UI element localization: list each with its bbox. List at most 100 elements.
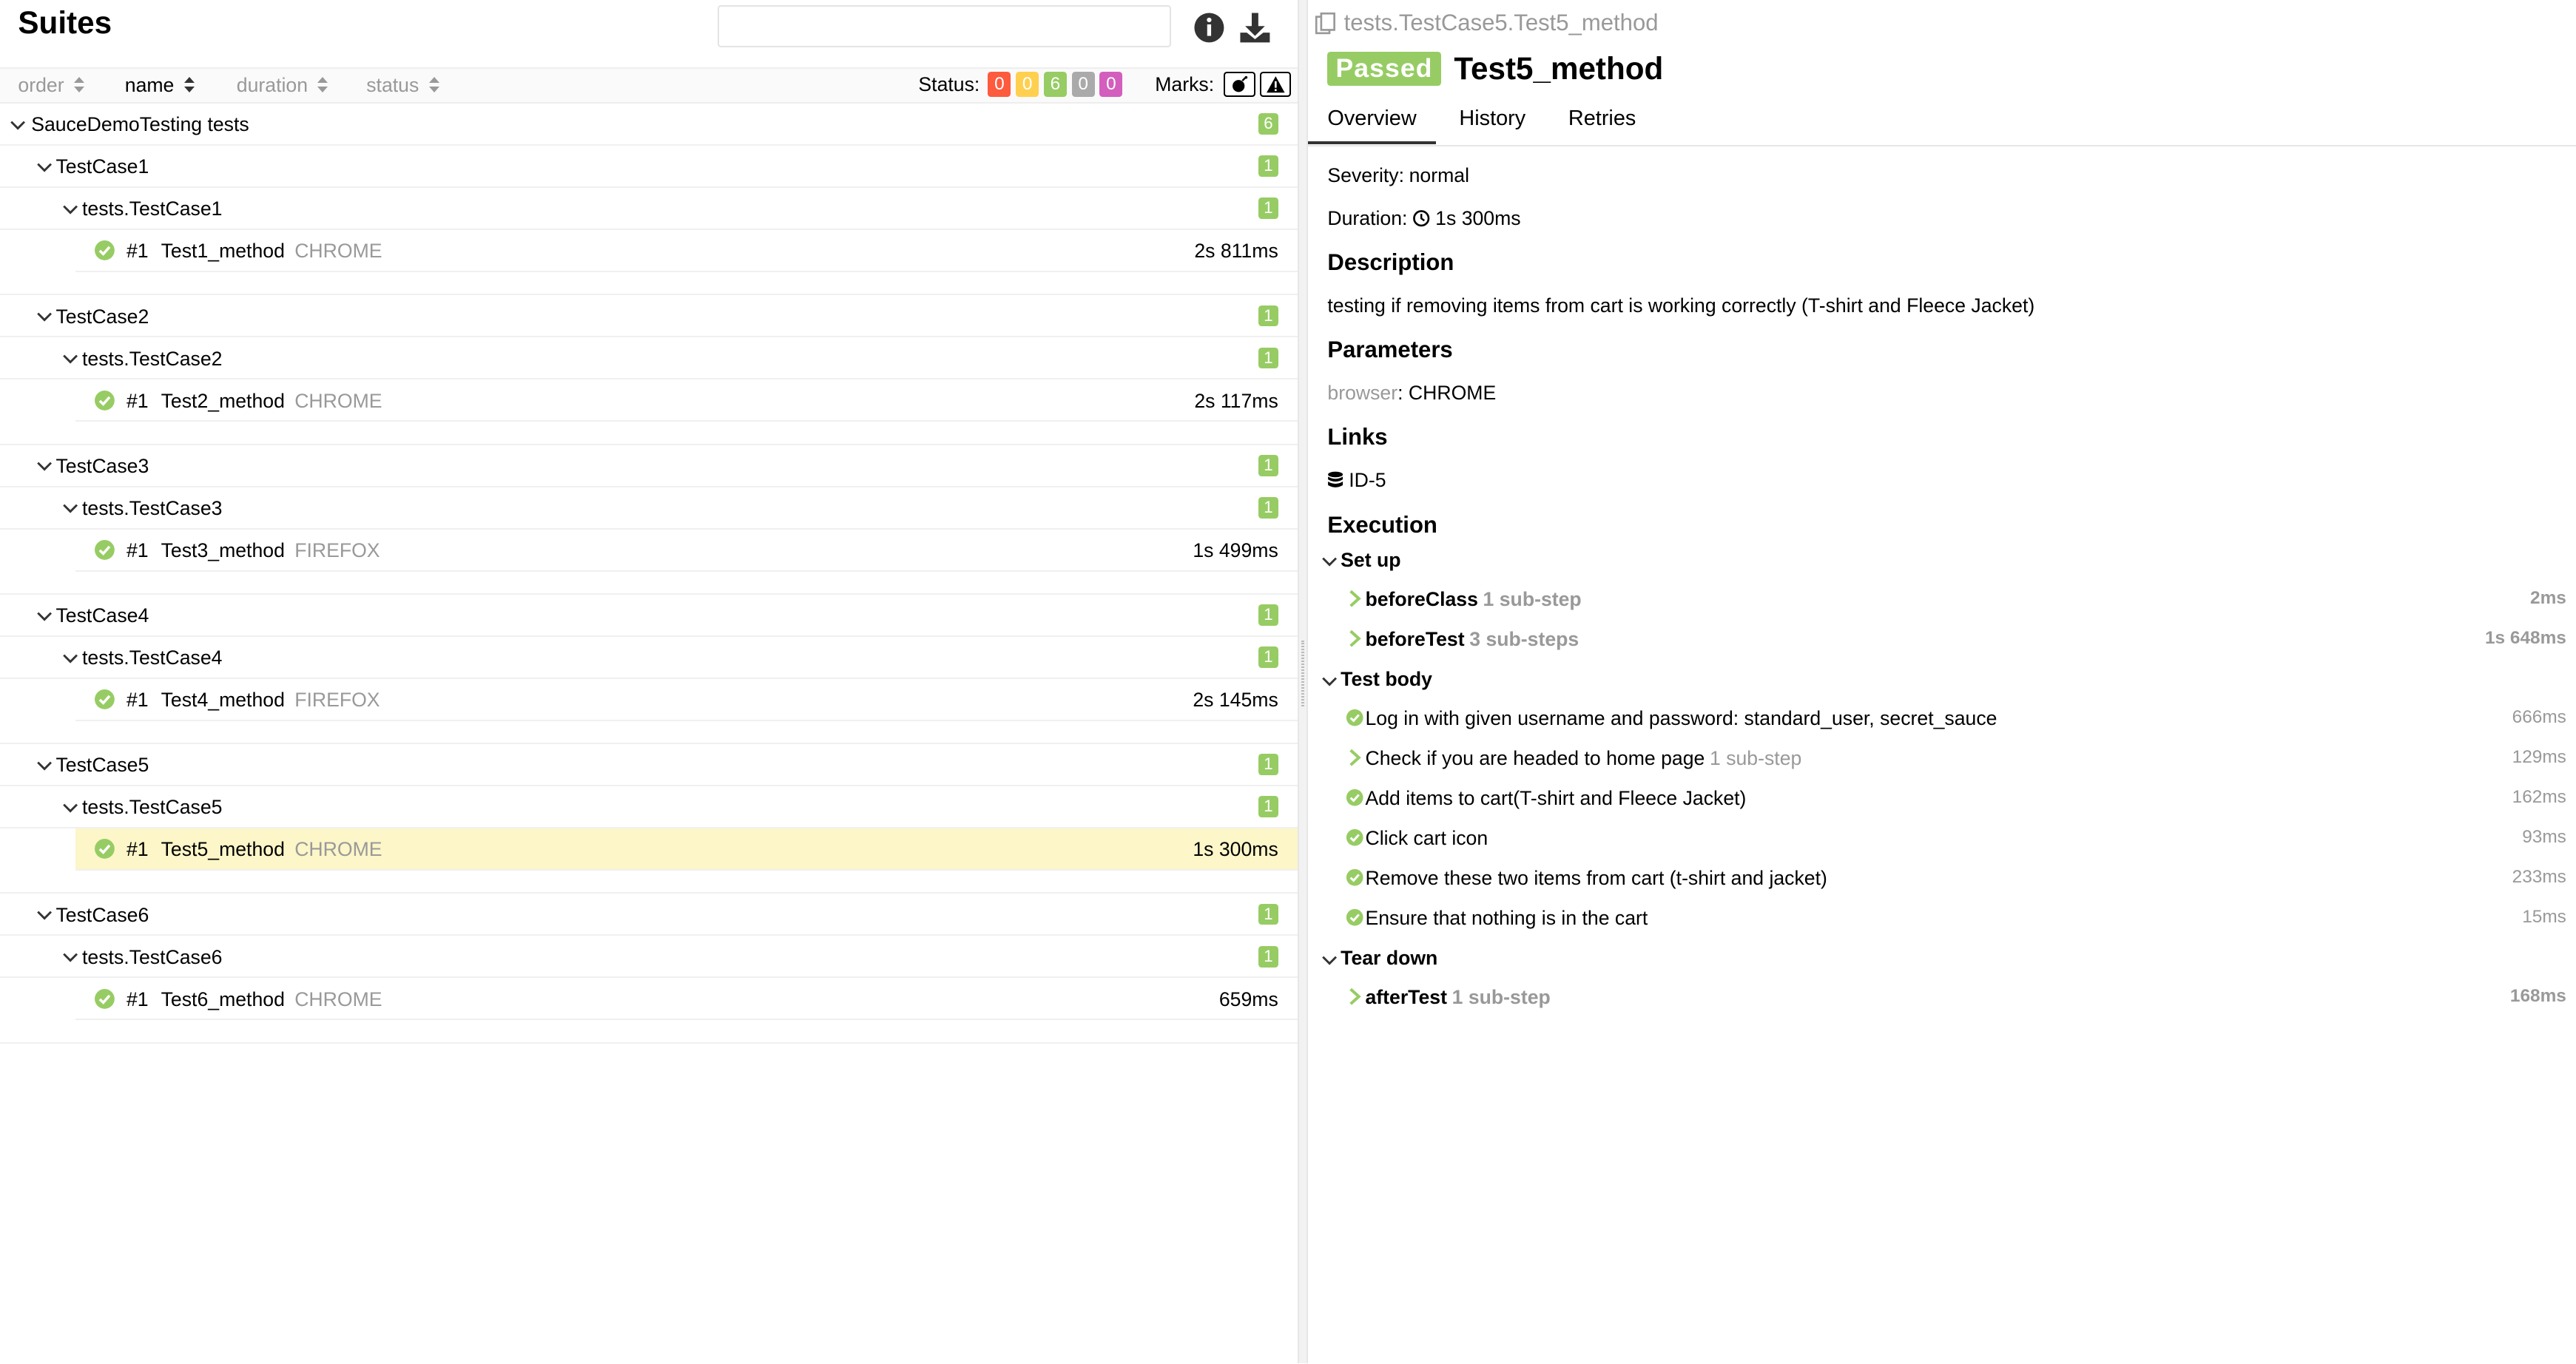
tree-suite-row[interactable]: TestCase5 1	[0, 744, 1298, 787]
flaky-mark-toggle[interactable]	[1224, 72, 1255, 97]
tree-class-row[interactable]: tests.TestCase2 1	[0, 337, 1298, 380]
tree-spacer	[0, 871, 1298, 894]
sort-by-order[interactable]: order	[18, 74, 85, 97]
class-label: tests.TestCase2	[82, 347, 223, 370]
search-input[interactable]	[718, 4, 1172, 48]
tree-class-row[interactable]: tests.TestCase5 1	[0, 786, 1298, 829]
passed-check-icon	[94, 689, 115, 710]
test-name: Test6_method CHROME	[161, 988, 382, 1011]
test-browser: CHROME	[294, 838, 382, 861]
chevron-down-icon	[63, 953, 78, 962]
splitter-grip[interactable]	[1301, 641, 1305, 706]
tree-spacer	[0, 272, 1298, 296]
chevron-down-icon	[37, 612, 52, 621]
fixture-step[interactable]: afterTest 1 sub-step 168ms	[1308, 979, 2576, 1019]
step-duration: 233ms	[2512, 867, 2566, 888]
chevron-right-icon	[1349, 629, 1361, 647]
step-duration: 15ms	[2522, 907, 2566, 927]
status-failed-toggle[interactable]: 0	[988, 72, 1011, 97]
chevron-down-icon	[63, 205, 78, 215]
step-name-text: afterTest	[1365, 986, 1447, 1009]
test-name-text: Test5_method	[161, 838, 285, 861]
link-item[interactable]: ID-5	[1327, 469, 2563, 492]
test-row[interactable]: #1 Test2_method CHROME 2s 117ms	[75, 379, 1298, 422]
step-name-text: Add items to cart(T-shirt and Fleece Jac…	[1365, 787, 1747, 810]
test-row[interactable]: #1 Test1_method CHROME 2s 811ms	[75, 230, 1298, 273]
status-passed-toggle[interactable]: 6	[1043, 72, 1067, 97]
test-name-text: Test2_method	[161, 389, 285, 412]
count-badge: 1	[1258, 305, 1278, 327]
sort-arrows-icon	[183, 75, 196, 95]
test-step[interactable]: Remove these two items from cart (t-shir…	[1308, 860, 2576, 900]
tree-root[interactable]: SauceDemoTesting tests 6	[0, 104, 1298, 146]
tree-suite-row[interactable]: TestCase4 1	[0, 595, 1298, 637]
count-badge: 1	[1258, 197, 1278, 220]
status-unknown-toggle[interactable]: 0	[1099, 72, 1123, 97]
info-icon[interactable]	[1191, 10, 1227, 46]
step-duration: 2ms	[2530, 588, 2566, 609]
tree-class-row[interactable]: tests.TestCase3 1	[0, 487, 1298, 530]
chevron-right-icon	[1349, 988, 1361, 1006]
count-badge: 1	[1258, 155, 1278, 178]
test-row[interactable]: #1 Test3_method FIREFOX 1s 499ms	[75, 530, 1298, 572]
step-duration: 666ms	[2512, 707, 2566, 728]
step-name: Remove these two items from cart (t-shir…	[1365, 867, 1827, 890]
step-name: Ensure that nothing is in the cart	[1365, 907, 1648, 930]
tree-suite-row[interactable]: TestCase6 1	[0, 894, 1298, 936]
sub-step-count: 1 sub-step	[1709, 747, 1802, 770]
chevron-down-icon	[1321, 558, 1337, 567]
test-step[interactable]: Check if you are headed to home page 1 su…	[1308, 740, 2576, 780]
status-broken-toggle[interactable]: 0	[1016, 72, 1039, 97]
step-duration: 1s 648ms	[2484, 627, 2566, 648]
test-duration: 2s 811ms	[1194, 240, 1278, 263]
tree-suite-row[interactable]: TestCase2 1	[0, 295, 1298, 338]
test-body-group[interactable]: Test body	[1308, 661, 2576, 700]
tab-history[interactable]: History	[1440, 102, 1545, 145]
setup-group[interactable]: Set up	[1308, 542, 2576, 581]
chevron-right-icon	[1349, 590, 1361, 607]
test-step[interactable]: Ensure that nothing is in the cart 15ms	[1308, 900, 2576, 940]
tab-overview[interactable]: Overview	[1307, 102, 1437, 145]
teardown-group[interactable]: Tear down	[1308, 940, 2576, 979]
fixture-step[interactable]: beforeClass 1 sub-step 2ms	[1308, 581, 2576, 621]
status-filter: Status: 0 0 6 0 0	[918, 72, 1123, 97]
test-step[interactable]: Log in with given username and password:…	[1308, 700, 2576, 740]
test-browser: CHROME	[294, 240, 382, 263]
tree-suite-row[interactable]: TestCase1 1	[0, 146, 1298, 189]
sort-by-status[interactable]: status	[366, 74, 440, 97]
download-icon[interactable]	[1237, 10, 1273, 46]
step-duration: 129ms	[2512, 747, 2566, 768]
pane-splitter[interactable]	[1298, 0, 1308, 1364]
count-badge: 1	[1258, 754, 1278, 776]
status-skipped-toggle[interactable]: 0	[1071, 72, 1095, 97]
test-name-text: Test3_method	[161, 538, 285, 561]
execution-steps: Set up beforeClass 1 sub-step 2ms beforeTest…	[1308, 542, 2576, 1019]
test-title: Test5_method	[1454, 50, 1664, 86]
chevron-down-icon	[37, 163, 52, 172]
test-step[interactable]: Add items to cart(T-shirt and Fleece Jac…	[1308, 780, 2576, 820]
severity-value: normal	[1409, 164, 1470, 187]
tab-retries[interactable]: Retries	[1548, 102, 1656, 145]
test-row[interactable]: #1 Test4_method FIREFOX 2s 145ms	[75, 679, 1298, 721]
new-failed-mark-toggle[interactable]	[1260, 72, 1292, 97]
sort-by-name[interactable]: name	[125, 74, 195, 97]
passed-check-icon	[94, 988, 115, 1009]
test-row[interactable]: #1 Test5_method CHROME 1s 300ms	[75, 828, 1298, 871]
tree-class-row[interactable]: tests.TestCase6 1	[0, 936, 1298, 979]
status-badge: Passed	[1327, 52, 1441, 86]
test-step[interactable]: Click cart icon 93ms	[1308, 820, 2576, 860]
tree-class-row[interactable]: tests.TestCase4 1	[0, 637, 1298, 679]
suite-label: TestCase4	[55, 604, 149, 627]
detail-tabs: Overview History Retries	[1307, 102, 2576, 146]
test-name: Test5_method CHROME	[161, 838, 382, 861]
test-row[interactable]: #1 Test6_method CHROME 659ms	[75, 978, 1298, 1021]
fixture-step[interactable]: beforeTest 3 sub-steps 1s 648ms	[1308, 621, 2576, 661]
copy-icon[interactable]	[1315, 12, 1338, 35]
chevron-down-icon	[63, 504, 78, 513]
suite-label: TestCase3	[55, 454, 149, 477]
chevron-down-icon	[63, 654, 78, 664]
tree-suite-row[interactable]: TestCase3 1	[0, 445, 1298, 487]
class-label: tests.TestCase3	[82, 496, 223, 519]
tree-class-row[interactable]: tests.TestCase1 1	[0, 188, 1298, 231]
sort-by-duration[interactable]: duration	[237, 74, 329, 97]
